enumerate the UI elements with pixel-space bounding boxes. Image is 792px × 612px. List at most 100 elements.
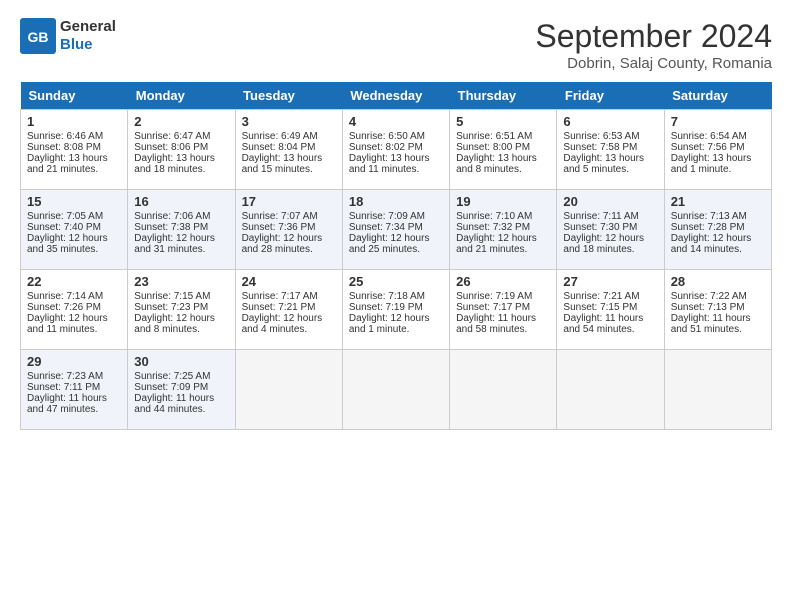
sunset-text: Sunset: 7:09 PM: [134, 382, 228, 393]
sunset-text: Sunset: 8:08 PM: [27, 142, 121, 153]
logo-icon: GB: [20, 18, 56, 54]
week-row-1: 1Sunrise: 6:46 AMSunset: 8:08 PMDaylight…: [21, 110, 772, 190]
sunset-text: Sunset: 7:36 PM: [242, 222, 336, 233]
sunset-text: Sunset: 7:15 PM: [563, 302, 657, 313]
daylight-text: Daylight: 12 hours and 4 minutes.: [242, 313, 336, 335]
sunset-text: Sunset: 8:00 PM: [456, 142, 550, 153]
day-number: 27: [563, 274, 657, 289]
calendar-cell: 19Sunrise: 7:10 AMSunset: 7:32 PMDayligh…: [450, 190, 557, 270]
logo: GB General Blue: [20, 18, 116, 54]
calendar-cell: 4Sunrise: 6:50 AMSunset: 8:02 PMDaylight…: [342, 110, 449, 190]
daylight-text: Daylight: 12 hours and 25 minutes.: [349, 233, 443, 255]
daylight-text: Daylight: 13 hours and 1 minute.: [671, 153, 765, 175]
calendar-table: SundayMondayTuesdayWednesdayThursdayFrid…: [20, 82, 772, 430]
week-row-5: 29Sunrise: 7:23 AMSunset: 7:11 PMDayligh…: [21, 350, 772, 430]
sunrise-text: Sunrise: 7:05 AM: [27, 211, 121, 222]
calendar-cell: 2Sunrise: 6:47 AMSunset: 8:06 PMDaylight…: [128, 110, 235, 190]
daylight-text: Daylight: 12 hours and 35 minutes.: [27, 233, 121, 255]
day-number: 23: [134, 274, 228, 289]
day-number: 19: [456, 194, 550, 209]
day-number: 3: [242, 114, 336, 129]
sunrise-text: Sunrise: 6:53 AM: [563, 131, 657, 142]
header-cell-thursday: Thursday: [450, 82, 557, 110]
daylight-text: Daylight: 12 hours and 8 minutes.: [134, 313, 228, 335]
calendar-cell: 24Sunrise: 7:17 AMSunset: 7:21 PMDayligh…: [235, 270, 342, 350]
day-number: 1: [27, 114, 121, 129]
sunrise-text: Sunrise: 7:21 AM: [563, 291, 657, 302]
sunset-text: Sunset: 7:56 PM: [671, 142, 765, 153]
calendar-cell: 21Sunrise: 7:13 AMSunset: 7:28 PMDayligh…: [664, 190, 771, 270]
day-number: 2: [134, 114, 228, 129]
calendar-cell: 30Sunrise: 7:25 AMSunset: 7:09 PMDayligh…: [128, 350, 235, 430]
header-row: SundayMondayTuesdayWednesdayThursdayFrid…: [21, 82, 772, 110]
sunset-text: Sunset: 7:23 PM: [134, 302, 228, 313]
header-cell-tuesday: Tuesday: [235, 82, 342, 110]
sunrise-text: Sunrise: 7:09 AM: [349, 211, 443, 222]
sunrise-text: Sunrise: 7:07 AM: [242, 211, 336, 222]
calendar-cell: 28Sunrise: 7:22 AMSunset: 7:13 PMDayligh…: [664, 270, 771, 350]
day-number: 17: [242, 194, 336, 209]
day-number: 6: [563, 114, 657, 129]
sunrise-text: Sunrise: 7:13 AM: [671, 211, 765, 222]
daylight-text: Daylight: 12 hours and 28 minutes.: [242, 233, 336, 255]
header-cell-monday: Monday: [128, 82, 235, 110]
sunrise-text: Sunrise: 6:51 AM: [456, 131, 550, 142]
page: GB General Blue September 2024 Dobrin, S…: [0, 0, 792, 440]
calendar-cell: [664, 350, 771, 430]
calendar-cell: 29Sunrise: 7:23 AMSunset: 7:11 PMDayligh…: [21, 350, 128, 430]
sunset-text: Sunset: 7:26 PM: [27, 302, 121, 313]
daylight-text: Daylight: 13 hours and 5 minutes.: [563, 153, 657, 175]
title-area: September 2024 Dobrin, Salaj County, Rom…: [535, 18, 772, 72]
calendar-cell: 27 Sunrise: 7:21 AMSunset: 7:15 PMDayligh…: [557, 270, 664, 350]
daylight-text: Daylight: 11 hours and 51 minutes.: [671, 313, 765, 335]
month-title: September 2024: [535, 18, 772, 55]
day-number: 20: [563, 194, 657, 209]
daylight-text: Daylight: 13 hours and 8 minutes.: [456, 153, 550, 175]
sunset-text: Sunset: 8:06 PM: [134, 142, 228, 153]
daylight-text: Daylight: 12 hours and 1 minute.: [349, 313, 443, 335]
sunset-text: Sunset: 7:34 PM: [349, 222, 443, 233]
sunset-text: Sunset: 8:04 PM: [242, 142, 336, 153]
sunrise-text: Sunrise: 7:14 AM: [27, 291, 121, 302]
sunset-text: Sunset: 7:30 PM: [563, 222, 657, 233]
daylight-text: Daylight: 11 hours and 54 minutes.: [563, 313, 657, 335]
day-number: 29: [27, 354, 121, 369]
calendar-cell: [342, 350, 449, 430]
logo-blue: Blue: [60, 36, 116, 54]
calendar-cell: 3Sunrise: 6:49 AMSunset: 8:04 PMDaylight…: [235, 110, 342, 190]
daylight-text: Daylight: 13 hours and 11 minutes.: [349, 153, 443, 175]
daylight-text: Daylight: 12 hours and 31 minutes.: [134, 233, 228, 255]
calendar-cell: 26Sunrise: 7:19 AMSunset: 7:17 PMDayligh…: [450, 270, 557, 350]
day-number: 7: [671, 114, 765, 129]
day-number: 22: [27, 274, 121, 289]
daylight-text: Daylight: 13 hours and 21 minutes.: [27, 153, 121, 175]
sunrise-text: Sunrise: 6:54 AM: [671, 131, 765, 142]
sunrise-text: Sunrise: 7:10 AM: [456, 211, 550, 222]
day-number: 25: [349, 274, 443, 289]
calendar-cell: 7 Sunrise: 6:54 AMSunset: 7:56 PMDaylight…: [664, 110, 771, 190]
day-number: 21: [671, 194, 765, 209]
calendar-cell: 16Sunrise: 7:06 AMSunset: 7:38 PMDayligh…: [128, 190, 235, 270]
sunset-text: Sunset: 7:40 PM: [27, 222, 121, 233]
header: GB General Blue September 2024 Dobrin, S…: [20, 18, 772, 72]
sunset-text: Sunset: 7:58 PM: [563, 142, 657, 153]
sunrise-text: Sunrise: 7:19 AM: [456, 291, 550, 302]
daylight-text: Daylight: 12 hours and 21 minutes.: [456, 233, 550, 255]
daylight-text: Daylight: 11 hours and 58 minutes.: [456, 313, 550, 335]
daylight-text: Daylight: 12 hours and 14 minutes.: [671, 233, 765, 255]
sunrise-text: Sunrise: 6:50 AM: [349, 131, 443, 142]
sunrise-text: Sunrise: 7:25 AM: [134, 371, 228, 382]
day-number: 30: [134, 354, 228, 369]
calendar-cell: 17 Sunrise: 7:07 AMSunset: 7:36 PMDayligh…: [235, 190, 342, 270]
week-row-4: 22Sunrise: 7:14 AMSunset: 7:26 PMDayligh…: [21, 270, 772, 350]
week-row-3: 15Sunrise: 7:05 AMSunset: 7:40 PMDayligh…: [21, 190, 772, 270]
header-cell-friday: Friday: [557, 82, 664, 110]
sunrise-text: Sunrise: 7:23 AM: [27, 371, 121, 382]
calendar-cell: 23Sunrise: 7:15 AMSunset: 7:23 PMDayligh…: [128, 270, 235, 350]
header-cell-saturday: Saturday: [664, 82, 771, 110]
calendar-cell: 22 Sunrise: 7:14 AMSunset: 7:26 PMDayligh…: [21, 270, 128, 350]
daylight-text: Daylight: 12 hours and 11 minutes.: [27, 313, 121, 335]
day-number: 26: [456, 274, 550, 289]
calendar-cell: [450, 350, 557, 430]
daylight-text: Daylight: 11 hours and 47 minutes.: [27, 393, 121, 415]
